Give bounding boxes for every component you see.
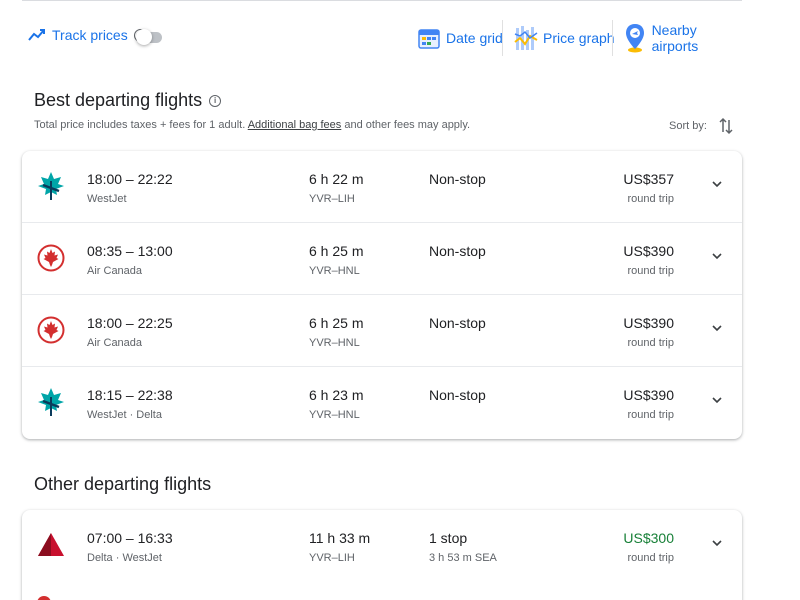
chevron-down-icon[interactable]	[710, 536, 724, 550]
flight-row[interactable]: 18:00 – 22:22 WestJet 6 h 22 m YVR–LIH N…	[22, 151, 742, 223]
flight-route: YVR–HNL	[309, 265, 360, 277]
other-flights-heading: Other departing flights	[34, 474, 211, 495]
price-disclaimer: Total price includes taxes + fees for 1 …	[34, 119, 470, 131]
airline-name: WestJet · Delta	[87, 409, 162, 421]
toggle-knob	[136, 29, 152, 45]
flight-route: YVR–LIH	[309, 552, 355, 564]
track-prices[interactable]: Track prices i	[28, 27, 147, 43]
price-note: round trip	[627, 193, 674, 205]
westjet-logo-icon	[36, 171, 66, 201]
flight-times: 18:00 – 22:25	[87, 315, 173, 331]
flight-price: US$390	[623, 315, 674, 331]
airline-name: Air Canada	[87, 337, 143, 349]
flight-route: YVR–LIH	[309, 193, 355, 205]
sort-by-control[interactable]: Sort by:	[669, 117, 733, 135]
nearby-airports-label: Nearby airports	[651, 22, 699, 54]
toolbar-divider	[612, 20, 613, 56]
chevron-down-icon[interactable]	[710, 177, 724, 191]
flight-times: 08:35 – 13:00	[87, 243, 173, 259]
flight-route: YVR–HNL	[309, 409, 360, 421]
sort-by-label: Sort by:	[669, 120, 707, 132]
flight-row[interactable]: 18:15 – 22:38 WestJet · Delta 6 h 23 m Y…	[22, 367, 742, 439]
airline-name: Air Canada	[87, 265, 143, 277]
nearby-airports-button[interactable]: Nearby airports	[623, 20, 742, 56]
track-prices-toggle[interactable]	[136, 28, 164, 46]
price-note: round trip	[627, 337, 674, 349]
air-canada-logo-icon	[36, 315, 66, 345]
flight-duration: 6 h 25 m	[309, 315, 364, 331]
other-flights-list: 07:00 – 16:33 Delta · WestJet 11 h 33 m …	[22, 510, 742, 600]
price-note: round trip	[627, 552, 674, 564]
best-flights-heading: Best departing flights i	[34, 90, 222, 111]
best-flights-list: 18:00 – 22:22 WestJet 6 h 22 m YVR–LIH N…	[22, 151, 742, 439]
flight-duration: 11 h 33 m	[309, 530, 371, 546]
info-icon[interactable]: i	[209, 94, 222, 107]
westjet-logo-icon	[36, 387, 66, 417]
disclaimer-text: Total price includes taxes + fees for 1 …	[34, 119, 248, 131]
toolbar-divider	[502, 20, 503, 56]
chevron-down-icon[interactable]	[710, 393, 724, 407]
flight-stops: Non-stop	[429, 171, 486, 187]
price-graph-button[interactable]: Price graph	[513, 20, 615, 56]
top-divider	[22, 0, 742, 3]
flight-row[interactable]: 18:00 – 22:25 Air Canada 6 h 25 m YVR–HN…	[22, 295, 742, 367]
layover-info: 3 h 53 m SEA	[429, 552, 497, 564]
air-canada-logo-icon	[36, 243, 66, 273]
flight-price: US$357	[623, 171, 674, 187]
flight-stops: Non-stop	[429, 243, 486, 259]
flight-stops: 1 stop	[429, 530, 468, 546]
flight-row[interactable]: 08:35 – 13:00 Air Canada 6 h 25 m YVR–HN…	[22, 223, 742, 295]
flight-price: US$390	[623, 387, 674, 403]
other-flights-title: Other departing flights	[34, 474, 212, 494]
delta-logo-icon	[36, 530, 66, 560]
flight-duration: 6 h 25 m	[309, 243, 364, 259]
airline-name: WestJet	[87, 193, 127, 205]
flight-duration: 6 h 22 m	[309, 171, 364, 187]
date-grid-label: Date grid	[446, 30, 503, 46]
price-graph-label: Price graph	[543, 30, 615, 46]
trending-icon	[28, 29, 45, 41]
results-toolbar: Track prices i Date grid	[22, 18, 742, 58]
flight-times: 07:00 – 16:33	[87, 530, 173, 546]
calendar-grid-icon	[416, 23, 442, 53]
chevron-down-icon[interactable]	[710, 321, 724, 335]
flight-times: 18:15 – 22:38	[87, 387, 173, 403]
date-grid-button[interactable]: Date grid	[416, 20, 503, 56]
map-pin-plane-icon	[623, 23, 648, 53]
flight-stops: Non-stop	[429, 387, 486, 403]
track-prices-label: Track prices	[52, 27, 128, 43]
flight-route: YVR–HNL	[309, 337, 360, 349]
disclaimer-text-end: and other fees may apply.	[341, 119, 471, 131]
price-note: round trip	[627, 265, 674, 277]
flight-stops: Non-stop	[429, 315, 486, 331]
flight-duration: 6 h 23 m	[309, 387, 364, 403]
price-note: round trip	[627, 409, 674, 421]
chevron-down-icon[interactable]	[710, 249, 724, 263]
price-graph-icon	[513, 23, 539, 53]
flight-price: US$300	[623, 530, 674, 546]
bag-fees-link[interactable]: Additional bag fees	[248, 119, 342, 131]
flight-row[interactable]: 07:00 – 16:33 Delta · WestJet 11 h 33 m …	[22, 510, 742, 582]
flight-times: 18:00 – 22:22	[87, 171, 173, 187]
sort-arrows-icon	[719, 117, 733, 135]
airline-name: Delta · WestJet	[87, 552, 162, 564]
best-flights-title: Best departing flights	[34, 90, 203, 110]
flight-price: US$390	[623, 243, 674, 259]
